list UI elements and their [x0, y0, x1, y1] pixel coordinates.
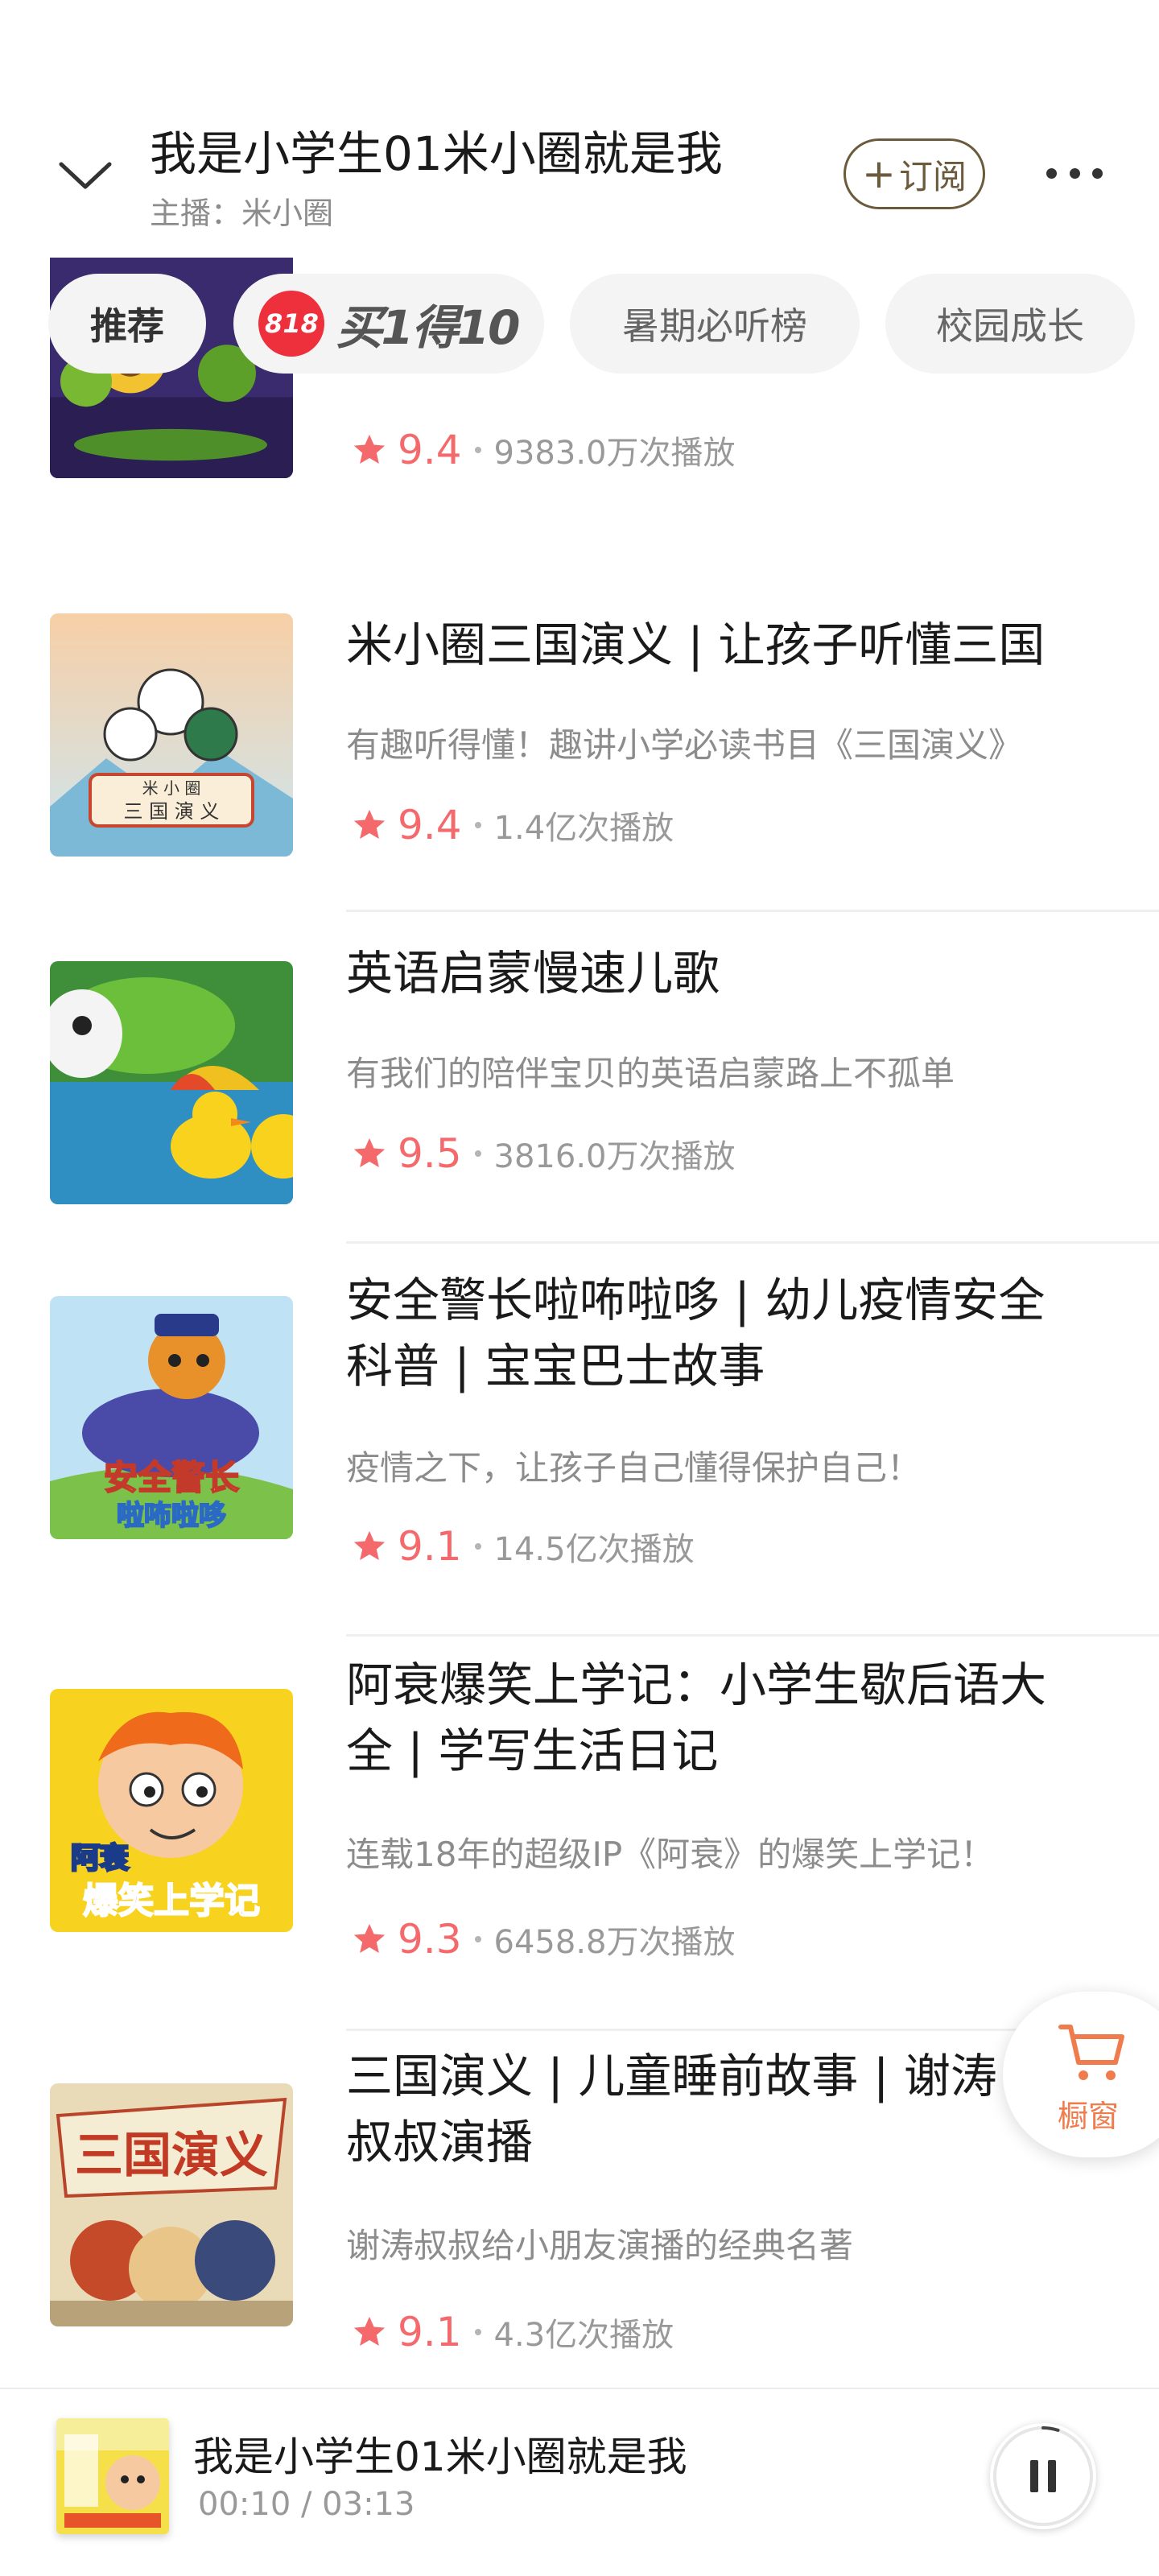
play-count: 14.5亿次播放 [493, 1531, 695, 1568]
album-header: 我是小学生01米小圈就是我 主播：米小圈 + 订阅 [0, 0, 1159, 258]
subscribe-label: 订阅 [898, 156, 967, 196]
item-description: 谢涛叔叔给小朋友演播的经典名著 [346, 2226, 854, 2265]
cover-text: 啦咘啦哆 [117, 1500, 226, 1532]
separator-dot [474, 1150, 481, 1157]
chevron-down-icon [59, 162, 112, 189]
cover-text: 爆笑上学记 [83, 1880, 260, 1922]
item-title: 安全警长啦咘啦哆 | 幼儿疫情安全科普 | 宝宝巴士故事 [346, 1273, 1046, 1393]
album-cover[interactable]: 三国演义 [50, 2083, 293, 2326]
tab-label: 买1得10 [336, 300, 520, 355]
shop-window-label: 橱窗 [1058, 2099, 1120, 2134]
play-count: 6458.8万次播放 [493, 1924, 736, 1961]
now-playing-title: 我是小学生01米小圈就是我 [193, 2434, 687, 2480]
star-icon [353, 434, 386, 464]
separator-dot [474, 1543, 481, 1550]
item-meta: 9.1 4.3亿次播放 [351, 2304, 674, 2360]
cart-icon [1058, 2025, 1124, 2080]
tab-label: 推荐 [90, 304, 164, 348]
cover-text: 安全警长 [104, 1458, 239, 1497]
host-name: 主播：米小圈 [150, 196, 334, 231]
star-icon [353, 1530, 386, 1561]
item-meta: 9.5 3816.0万次播放 [351, 1125, 736, 1182]
item-title: 米小圈三国演义 | 让孩子听懂三国 [346, 617, 1046, 672]
item-description: 疫情之下，让孩子自己懂得保护自己！ [346, 1448, 922, 1488]
item-description: 有我们的陪伴宝贝的英语启蒙路上不孤单 [346, 1054, 955, 1093]
cover-text: 阿衰 [71, 1842, 129, 1875]
separator-dot [474, 2329, 481, 2335]
item-meta: 9.3 6458.8万次播放 [351, 1911, 736, 1967]
category-tabs: 推荐 818 买1得10 暑期必听榜 校园成长 [0, 274, 1159, 374]
play-count: 3816.0万次播放 [493, 1138, 736, 1175]
album-cover[interactable] [50, 961, 293, 1204]
play-count: 9383.0万次播放 [493, 435, 736, 472]
item-description: 有趣听得懂！趣讲小学必读书目《三国演义》 [346, 725, 1023, 765]
item-title: 英语启蒙慢速儿歌 [346, 946, 720, 1001]
item-title: 三国演义 | 儿童睡前故事 | 谢涛叔叔演播 [346, 2049, 997, 2169]
tab-label: 暑期必听榜 [622, 304, 807, 348]
item-title: 阿衰爆笑上学记：小学生歇后语大全 | 学写生活日记 [346, 1657, 1047, 1778]
cover-text: 三国演义 [75, 2128, 268, 2184]
playback-time: 00:10 / 03:13 [198, 2486, 415, 2523]
divider [346, 1241, 1159, 1244]
album-list: 9.4 9383.0万次播放 米 小 圈 三 国 演 义 米小圈三国演义 | 让… [0, 0, 1159, 2576]
more-dots-icon [1046, 167, 1057, 179]
rating: 9.4 [398, 802, 462, 848]
pause-button[interactable] [990, 2423, 1096, 2529]
separator-dot [474, 447, 481, 453]
star-icon [353, 1923, 386, 1954]
tab-summer-ranking[interactable]: 暑期必听榜 [570, 274, 860, 374]
tab-label: 校园成长 [936, 304, 1084, 348]
cover-text: 三 国 演 义 [124, 800, 220, 823]
separator-dot [474, 1936, 481, 1942]
item-meta: 9.4 9383.0万次播放 [351, 422, 736, 478]
subscribe-button[interactable]: + 订阅 [843, 138, 985, 209]
item-description: 连载18年的超级IP《阿衰》的爆笑上学记！ [346, 1835, 995, 1874]
plus-icon: + [862, 151, 896, 197]
rating: 9.1 [398, 2309, 462, 2355]
rating: 9.1 [398, 1523, 462, 1570]
cover-text: 米 小 圈 [142, 778, 201, 798]
rating: 9.5 [398, 1130, 462, 1177]
star-icon [353, 809, 386, 840]
play-count: 4.3亿次播放 [493, 2317, 674, 2354]
promo-badge: 818 [258, 291, 325, 357]
tab-promo[interactable]: 818 买1得10 [233, 274, 544, 374]
album-cover[interactable]: 安全警长 啦咘啦哆 [50, 1296, 293, 1539]
album-title: 我是小学生01米小圈就是我 [150, 126, 723, 181]
star-icon [353, 2316, 386, 2347]
rating: 9.4 [398, 427, 462, 473]
now-playing-cover[interactable] [56, 2418, 169, 2534]
star-icon [353, 1137, 386, 1168]
item-meta: 9.1 14.5亿次播放 [351, 1518, 695, 1575]
album-cover[interactable]: 阿衰 爆笑上学记 [50, 1689, 293, 1932]
item-meta: 9.4 1.4亿次播放 [351, 797, 674, 853]
divider [346, 910, 1159, 912]
playback-progress-ring [1041, 2426, 1060, 2432]
divider [346, 1634, 1159, 1637]
play-count: 1.4亿次播放 [493, 810, 674, 847]
tab-recommend[interactable]: 推荐 [48, 274, 206, 374]
pause-icon [993, 2426, 1093, 2526]
shop-window-button[interactable]: 橱窗 [1003, 1992, 1159, 2157]
more-button[interactable] [1038, 153, 1111, 193]
tab-campus-growth[interactable]: 校园成长 [885, 274, 1135, 374]
separator-dot [474, 822, 481, 828]
collapse-button[interactable] [53, 151, 118, 200]
rating: 9.3 [398, 1916, 462, 1963]
mini-player[interactable]: 我是小学生01米小圈就是我 00:10 / 03:13 [0, 2388, 1159, 2576]
album-cover[interactable]: 米 小 圈 三 国 演 义 [50, 613, 293, 857]
